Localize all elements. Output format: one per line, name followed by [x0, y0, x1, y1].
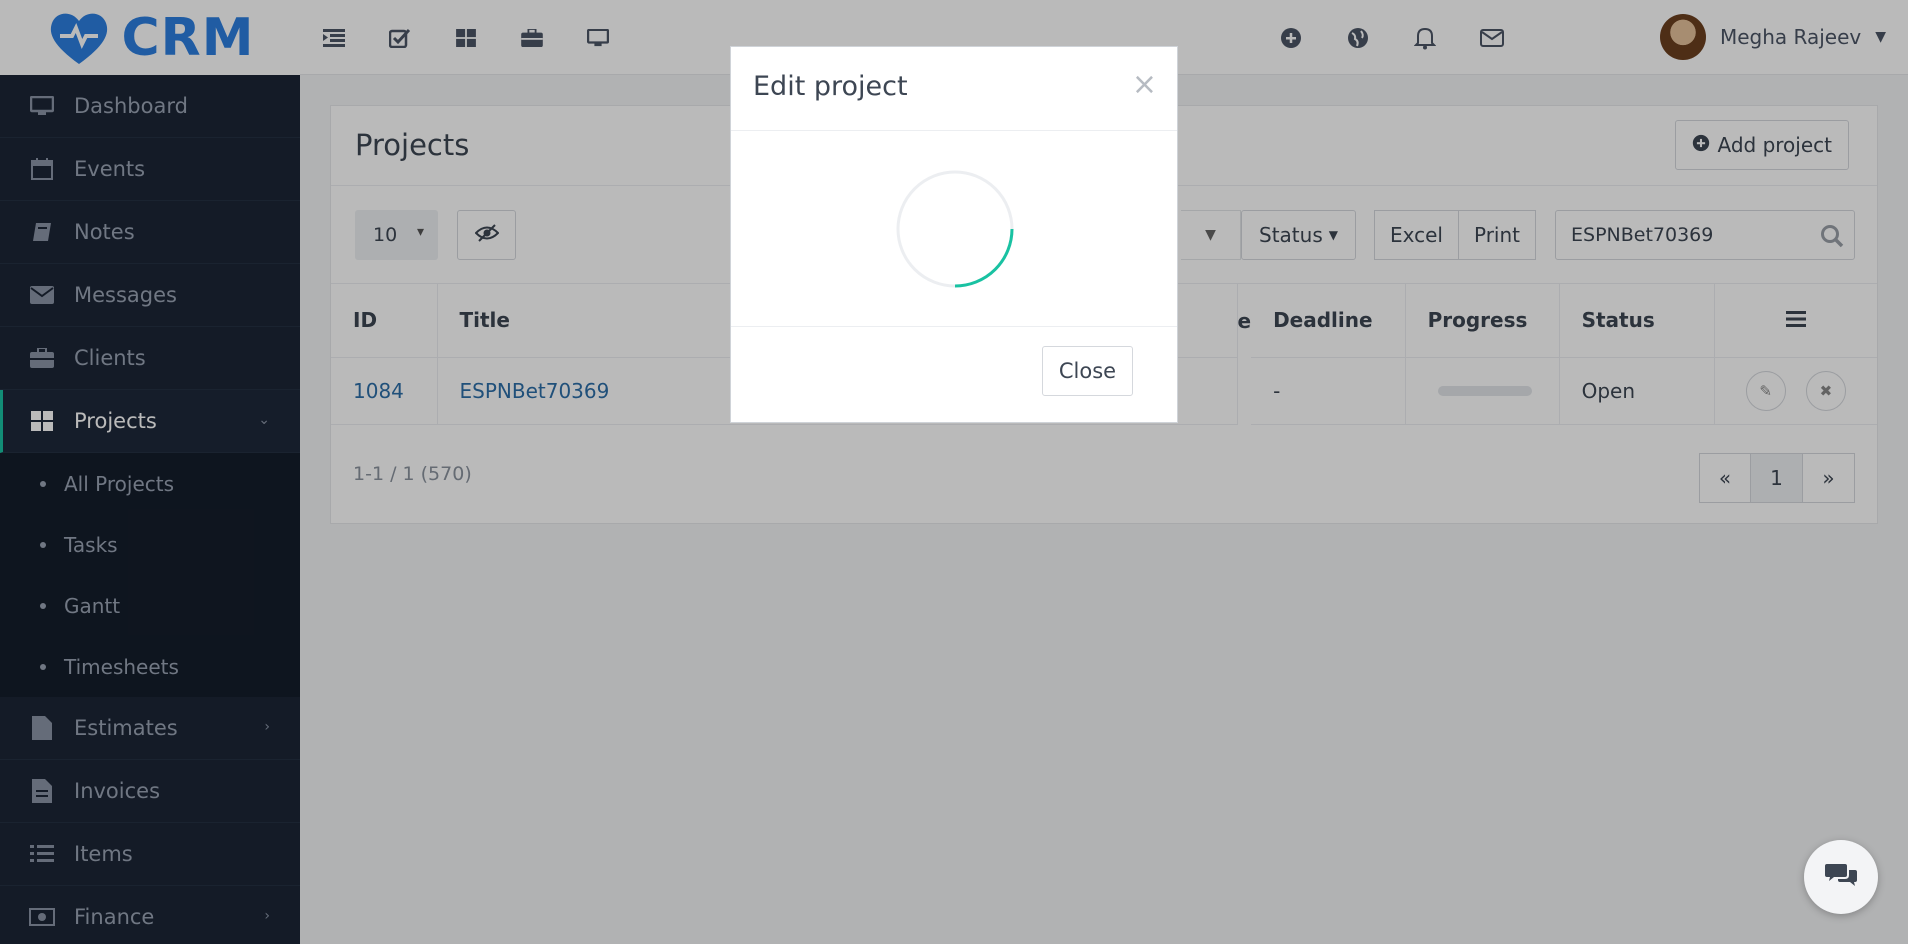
modal-header: Edit project ×	[731, 47, 1177, 131]
modal-body	[731, 131, 1177, 327]
modal-close-icon[interactable]: ×	[1132, 67, 1157, 102]
chat-button[interactable]	[1804, 840, 1878, 914]
modal-title: Edit project	[753, 71, 908, 102]
edit-project-modal: Edit project × Close	[730, 46, 1178, 423]
loading-spinner-icon	[896, 170, 1014, 288]
chat-icon	[1825, 862, 1857, 892]
modal-close-button[interactable]: Close	[1042, 346, 1133, 396]
modal-footer: Close	[731, 327, 1177, 423]
